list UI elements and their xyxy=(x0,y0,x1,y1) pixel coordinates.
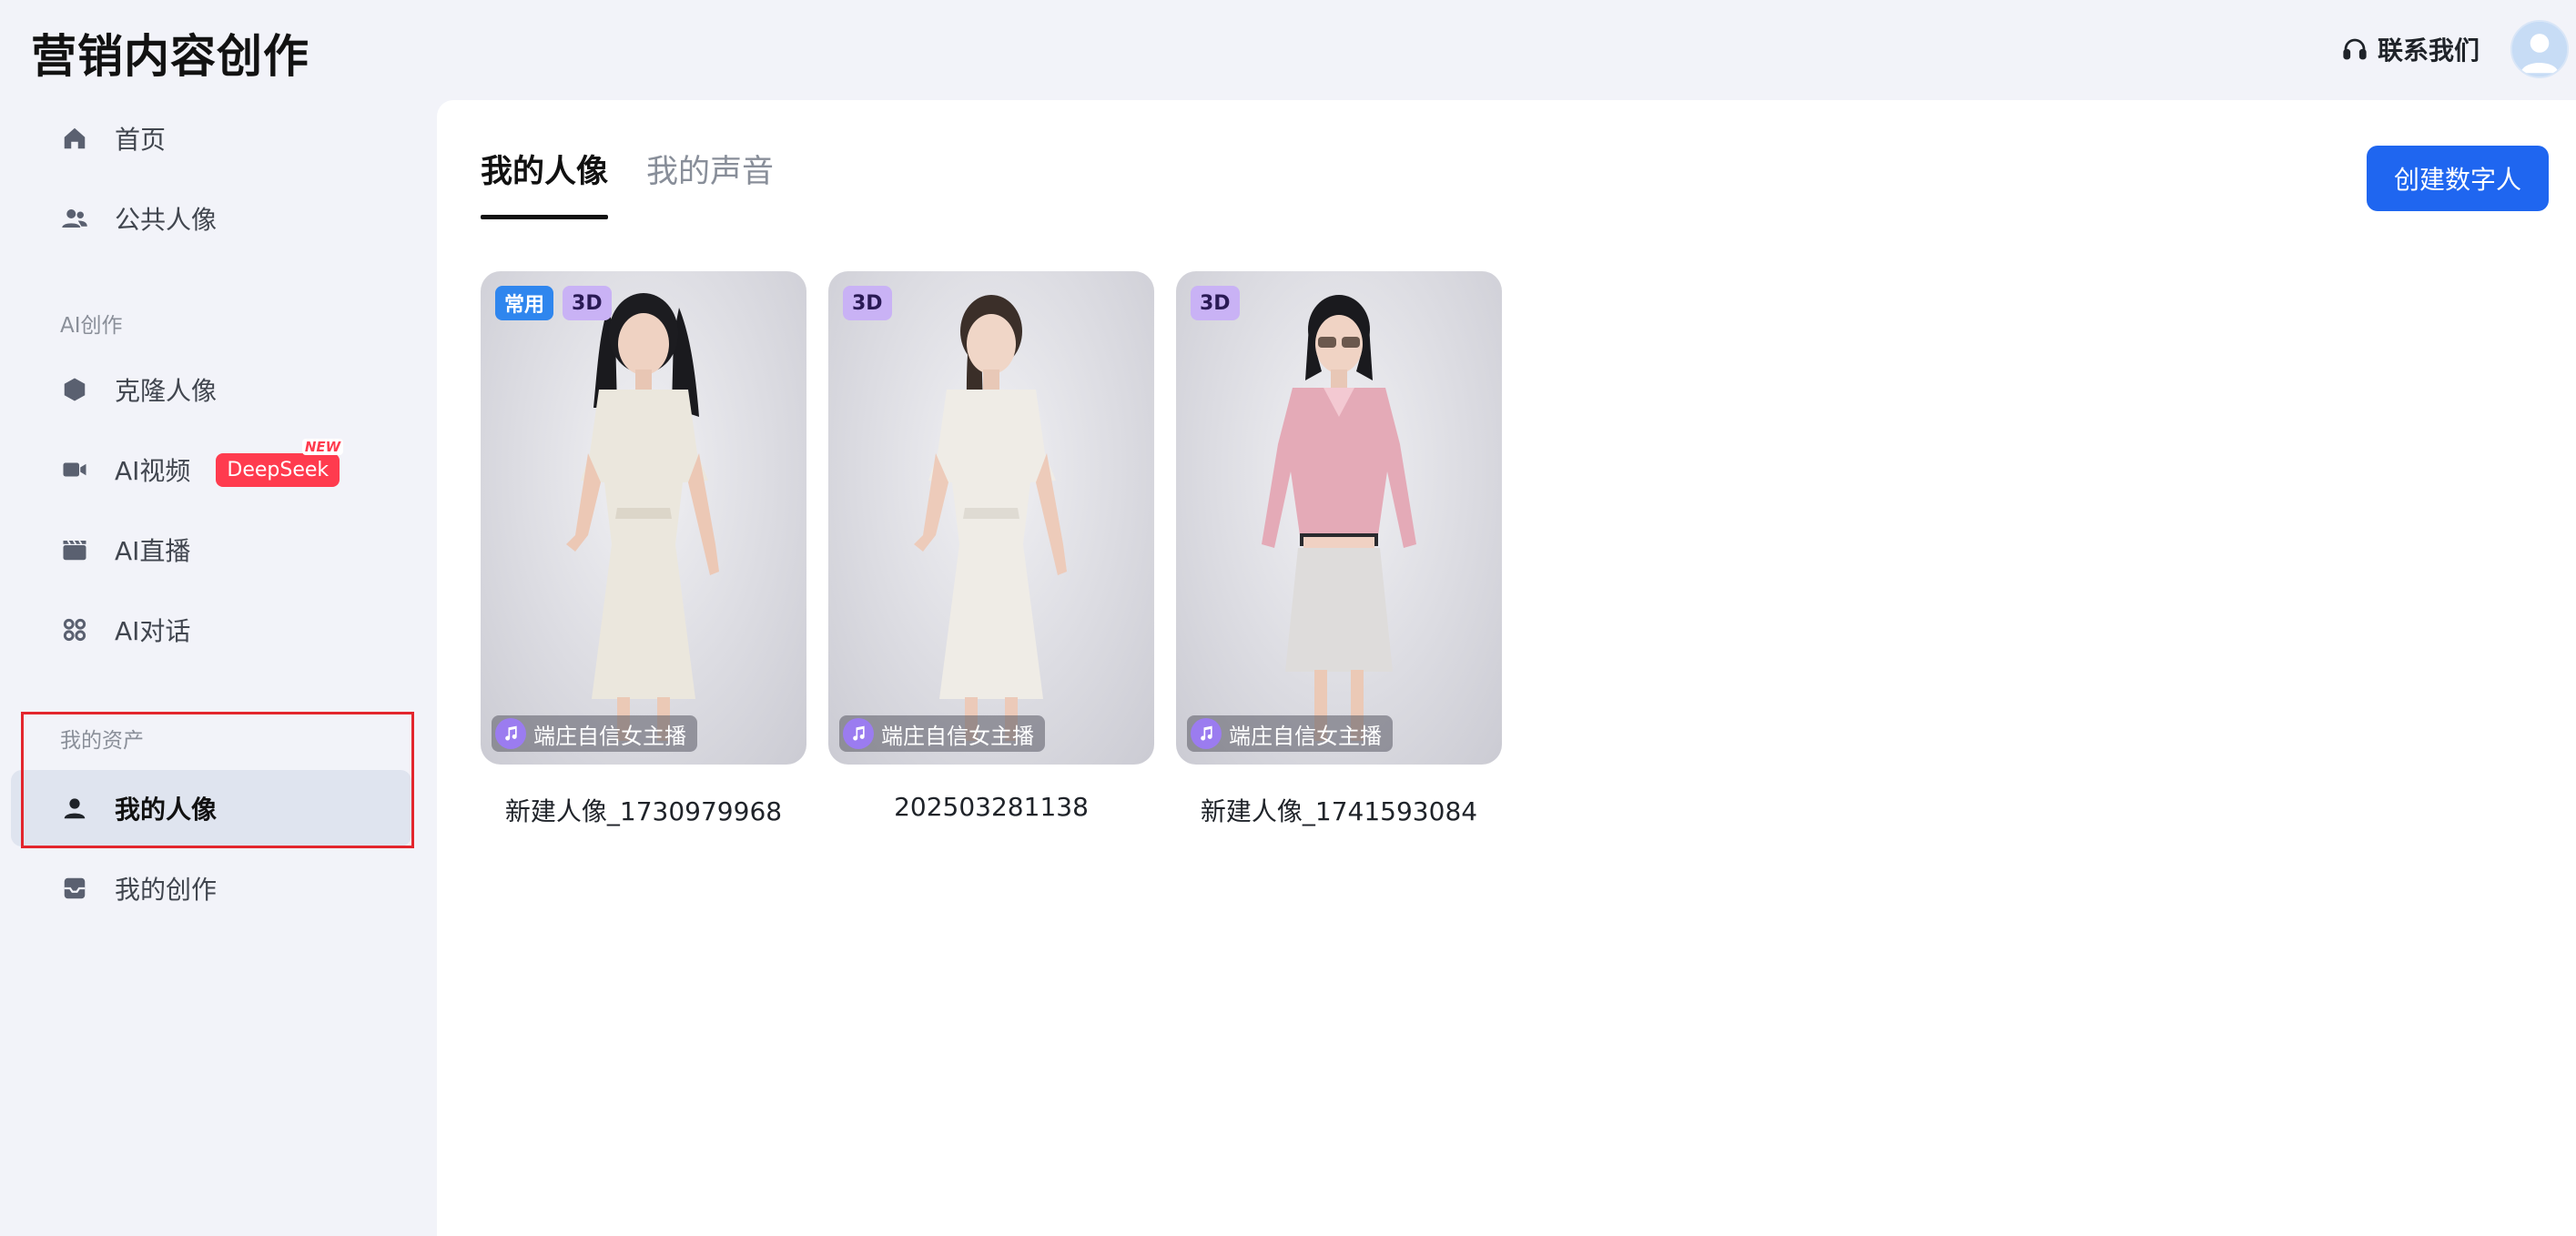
sidebar-item-my-creations[interactable]: 我的创作 xyxy=(11,850,411,927)
sidebar-item-ai-chat[interactable]: AI对话 xyxy=(11,592,411,668)
home-icon xyxy=(60,124,89,153)
new-badge: NEW xyxy=(301,438,344,455)
app-root: 营销内容创作 联系我们 首页 公共人像 AI创作 克隆人像 AI视频 DeepS… xyxy=(0,0,2576,1236)
sidebar-item-label: 公共人像 xyxy=(115,205,218,235)
portrait-card[interactable]: 3D 端庄自信女主播 新建人像_1741593084 xyxy=(1176,271,1502,828)
sidebar-item-my-portraits[interactable]: 我的人像 xyxy=(11,770,411,846)
sidebar-item-label: AI对话 xyxy=(115,616,191,646)
clapperboard-icon xyxy=(60,535,89,564)
main-panel: 我的人像 我的声音 创建数字人 常用 3D 端庄自信女主播 新建人像_17309… xyxy=(437,100,2576,1236)
sidebar-item-home[interactable]: 首页 xyxy=(11,100,411,177)
headset-icon xyxy=(2343,38,2367,60)
tag-row: 3D xyxy=(1191,286,1240,320)
voice-label: 端庄自信女主播 xyxy=(492,715,697,752)
tag-3d: 3D xyxy=(843,286,892,320)
portrait-card-list: 常用 3D 端庄自信女主播 新建人像_1730979968 3D 端庄自信女主播… xyxy=(481,271,1502,828)
tab-my-voices[interactable]: 我的声音 xyxy=(646,146,774,219)
sidebar-item-label: 我的人像 xyxy=(115,795,218,825)
sidebar-item-clone-portrait[interactable]: 克隆人像 xyxy=(11,351,411,428)
chat-nodes-icon xyxy=(60,615,89,644)
sidebar-item-label: AI直播 xyxy=(115,536,191,566)
portrait-card[interactable]: 常用 3D 端庄自信女主播 新建人像_1730979968 xyxy=(481,271,806,828)
sidebar-item-ai-video[interactable]: AI视频 DeepSeek NEW xyxy=(11,431,411,508)
inbox-icon xyxy=(60,874,89,903)
user-avatar[interactable] xyxy=(2510,20,2569,78)
hexagon-icon xyxy=(60,375,89,404)
music-note-icon xyxy=(843,718,874,749)
portrait-name: 新建人像_1741593084 xyxy=(1200,796,1478,826)
create-digital-human-button[interactable]: 创建数字人 xyxy=(2367,146,2549,211)
deepseek-badge-label: DeepSeek xyxy=(227,458,330,481)
sidebar-item-public-portraits[interactable]: 公共人像 xyxy=(11,180,411,257)
voice-name: 端庄自信女主播 xyxy=(533,723,686,749)
tag-row: 3D xyxy=(843,286,892,320)
voice-name: 端庄自信女主播 xyxy=(1229,723,1382,749)
avatar-figure-pink-jacket xyxy=(1262,295,1416,741)
contact-us-label: 联系我们 xyxy=(2377,35,2480,66)
avatar-figure-white-dress xyxy=(566,293,719,741)
sidebar: 首页 公共人像 AI创作 克隆人像 AI视频 DeepSeek NEW AI直播… xyxy=(0,100,437,1236)
person-icon xyxy=(60,794,89,823)
brand-title: 营销内容创作 xyxy=(31,30,309,83)
tag-3d: 3D xyxy=(1191,286,1240,320)
voice-label: 端庄自信女主播 xyxy=(839,715,1045,752)
voice-name: 端庄自信女主播 xyxy=(881,723,1034,749)
portrait-name: 新建人像_1730979968 xyxy=(504,796,783,826)
tab-bar: 我的人像 我的声音 xyxy=(481,146,774,219)
contact-us-link[interactable]: 联系我们 xyxy=(2341,27,2480,71)
voice-label: 端庄自信女主播 xyxy=(1187,715,1393,752)
section-ai-creation: AI创作 xyxy=(60,314,123,338)
tag-row: 常用 3D xyxy=(495,286,612,320)
sidebar-item-ai-live[interactable]: AI直播 xyxy=(11,512,411,588)
tag-3d: 3D xyxy=(563,286,612,320)
portrait-thumbnail[interactable]: 常用 3D 端庄自信女主播 xyxy=(481,271,806,765)
sidebar-item-label: 我的创作 xyxy=(115,875,218,905)
sidebar-item-label: AI视频 xyxy=(115,456,191,486)
video-camera-icon xyxy=(60,455,89,484)
portrait-thumbnail[interactable]: 3D 端庄自信女主播 xyxy=(828,271,1154,765)
sidebar-item-label: 克隆人像 xyxy=(115,376,218,406)
music-note-icon xyxy=(495,718,526,749)
tag-common: 常用 xyxy=(495,286,554,320)
user-avatar-icon xyxy=(2512,22,2567,76)
section-my-assets: 我的资产 xyxy=(60,729,144,753)
users-icon xyxy=(60,204,89,233)
portrait-thumbnail[interactable]: 3D 端庄自信女主播 xyxy=(1176,271,1502,765)
avatar-figure-white-dress-ponytail xyxy=(914,295,1067,741)
sidebar-item-label: 首页 xyxy=(115,125,167,155)
portrait-card[interactable]: 3D 端庄自信女主播 202503281138 xyxy=(828,271,1154,828)
music-note-icon xyxy=(1191,718,1222,749)
tab-my-portraits[interactable]: 我的人像 xyxy=(481,146,609,219)
portrait-name: 202503281138 xyxy=(894,792,1089,822)
deepseek-badge: DeepSeek NEW xyxy=(216,438,344,487)
